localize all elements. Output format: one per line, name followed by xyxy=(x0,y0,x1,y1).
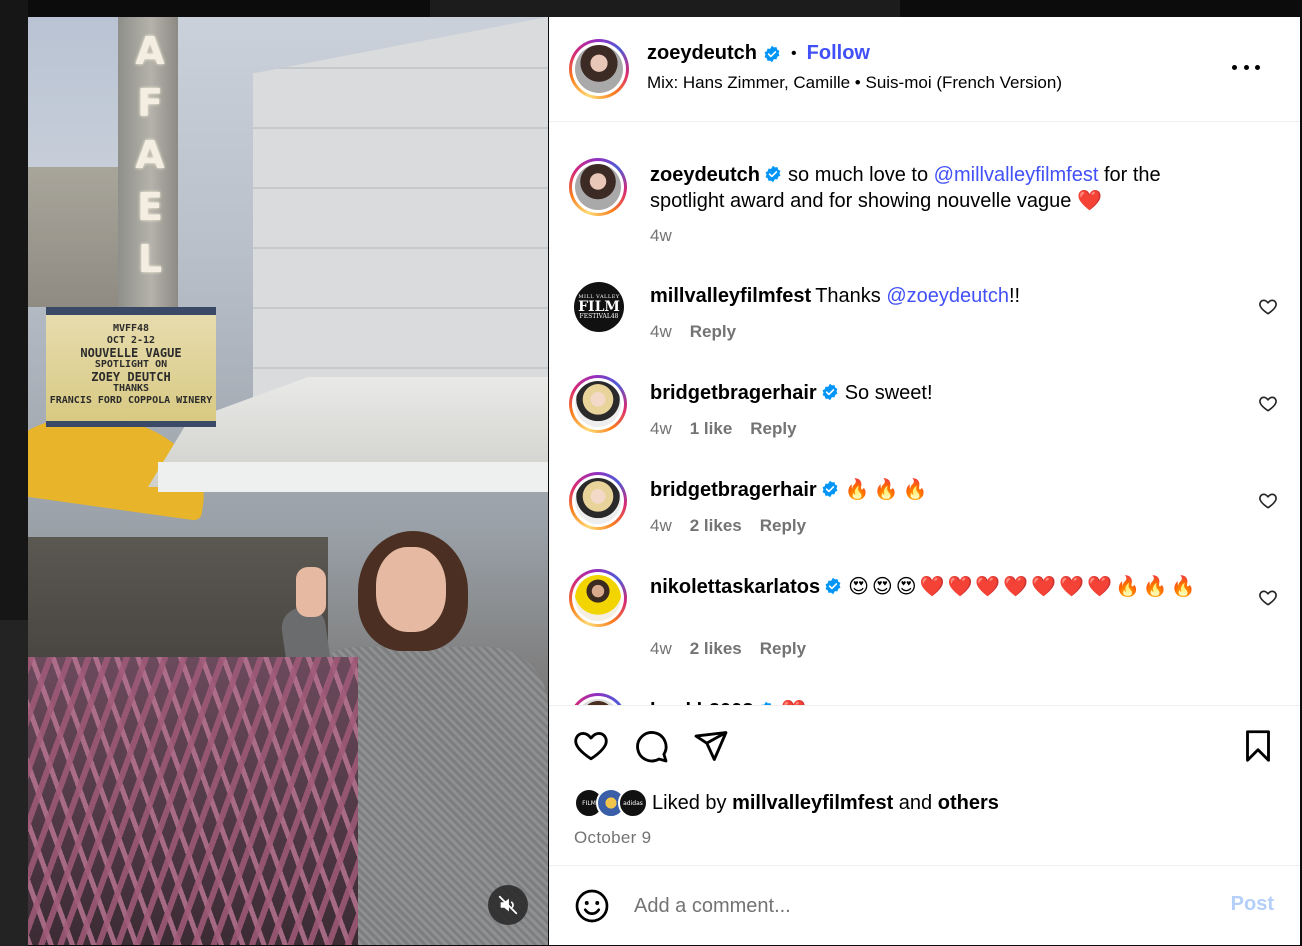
comment-text: millvalleyfilmfest Thanks @zoeydeutch!! xyxy=(650,285,1021,307)
commenter-avatar[interactable] xyxy=(569,693,627,705)
verified-badge-icon xyxy=(764,45,780,62)
comment-likes[interactable]: 1 like xyxy=(690,419,733,439)
author-username[interactable]: zoeydeutch xyxy=(647,42,757,65)
canopy-underside xyxy=(158,462,548,492)
paper-plane-icon[interactable] xyxy=(693,728,729,764)
theater-sign-letters: AFAEL xyxy=(130,25,170,285)
comment-composer: Post xyxy=(549,865,1300,945)
comment-likes[interactable]: 2 likes xyxy=(690,516,742,536)
comment-username[interactable]: nikolettaskarlatos xyxy=(650,576,820,598)
verified-badge-icon xyxy=(825,577,841,595)
reply-button[interactable]: Reply xyxy=(690,322,736,342)
comment-username[interactable]: bridgetbragerhair xyxy=(650,382,817,404)
sign-letter: L xyxy=(137,237,163,281)
comment-time[interactable]: 4w xyxy=(650,322,672,342)
comment-time[interactable]: 4w xyxy=(650,516,672,536)
avatar-image xyxy=(575,164,621,210)
comment-meta: 4w Reply xyxy=(650,322,736,342)
post-comment-button[interactable]: Post xyxy=(1231,893,1274,916)
comment-meta: 4w 2 likes Reply xyxy=(650,516,806,536)
caption-mention[interactable]: @millvalleyfilmfest xyxy=(934,164,1099,186)
follow-button[interactable]: Follow xyxy=(807,42,870,65)
like-comment-heart-icon[interactable] xyxy=(1258,491,1278,511)
avatar-image xyxy=(575,575,621,621)
sign-letter: A xyxy=(135,29,165,73)
comment-meta: 4w 1 like Reply xyxy=(650,419,797,439)
post-date[interactable]: October 9 xyxy=(574,828,651,848)
comment-username[interactable]: millvalleyfilmfest xyxy=(650,285,811,307)
comment-text: bvgkh2008❤️ xyxy=(650,698,1230,705)
theater-marquee: MVFF48 OCT 2-12 NOUVELLE VAGUE SPOTLIGHT ON… xyxy=(46,307,216,427)
more-horizontal-icon xyxy=(1232,64,1237,70)
caption-meta: 4w xyxy=(650,226,672,246)
caption-text: zoeydeutch so much love to @millvalleyfil… xyxy=(650,162,1230,214)
author-row: zoeydeutch • Follow xyxy=(647,42,870,65)
comment-bubble-icon[interactable] xyxy=(633,728,669,764)
marquee-line: ZOEY DEUTCH xyxy=(91,370,171,384)
verified-badge-icon xyxy=(822,383,838,401)
post-header: zoeydeutch • Follow Mix: Hans Zimmer, Ca… xyxy=(549,17,1300,122)
avatar-image xyxy=(575,478,621,524)
liked-by-others-link[interactable]: others xyxy=(938,792,999,814)
reply-button[interactable]: Reply xyxy=(760,639,806,659)
comment-meta: 4w 2 likes Reply xyxy=(650,639,806,659)
heart-icon[interactable] xyxy=(573,728,609,764)
commenter-avatar[interactable] xyxy=(569,472,627,530)
marquee-line: FRANCIS FORD COPPOLA WINERY xyxy=(49,395,213,406)
comment-text: bridgetbragerhair 🔥🔥🔥 xyxy=(650,479,932,501)
smiley-face-icon[interactable] xyxy=(574,888,610,924)
commenter-avatar[interactable] xyxy=(569,569,627,627)
comment-time[interactable]: 4w xyxy=(650,419,672,439)
verified-badge-icon xyxy=(765,165,781,183)
comments-list[interactable]: zoeydeutch so much love to @millvalleyfil… xyxy=(549,122,1300,705)
liked-by-row: FILM adidas Liked by millvalleyfilmfest … xyxy=(574,788,999,818)
audio-attribution[interactable]: Mix: Hans Zimmer, Camille • Suis-moi (Fr… xyxy=(647,73,1062,93)
more-options-button[interactable] xyxy=(1232,57,1260,77)
comment-input[interactable] xyxy=(634,886,1194,926)
caption-time[interactable]: 4w xyxy=(650,226,672,246)
mute-button[interactable] xyxy=(488,885,528,925)
comment-text: bridgetbragerhair So sweet! xyxy=(650,382,933,404)
post-video[interactable]: AFAEL MVFF48 OCT 2-12 NOUVELLE VAGUE SPOTLI… xyxy=(28,17,548,945)
liker-avatar[interactable]: adidas xyxy=(618,788,648,818)
like-comment-heart-icon[interactable] xyxy=(1258,394,1278,414)
like-comment-heart-icon[interactable] xyxy=(1258,297,1278,317)
comment-text: nikolettaskarlatos 😍😍😍❤️❤️❤️❤️❤️❤️❤️🔥🔥🔥 xyxy=(650,576,1199,598)
caption-body-start: so much love to xyxy=(788,164,934,186)
liked-by-user-link[interactable]: millvalleyfilmfest xyxy=(732,792,893,814)
sign-letter: A xyxy=(135,133,165,177)
author-avatar[interactable] xyxy=(569,39,629,99)
speaker-muted-icon xyxy=(498,895,518,915)
liked-by-text: Liked by millvalleyfilmfest and others xyxy=(652,791,999,814)
comment-likes[interactable]: 2 likes xyxy=(690,639,742,659)
marquee-line: THANKS xyxy=(112,383,150,394)
post-details-panel: zoeydeutch • Follow Mix: Hans Zimmer, Ca… xyxy=(549,17,1300,945)
foreground-plants xyxy=(28,657,358,945)
marquee-line: MVFF48 xyxy=(112,323,150,334)
commenter-avatar[interactable] xyxy=(569,375,627,433)
caption-username[interactable]: zoeydeutch xyxy=(650,164,760,186)
comment-time[interactable]: 4w xyxy=(650,639,672,659)
avatar-image xyxy=(575,45,623,93)
marquee-line: NOUVELLE VAGUE xyxy=(80,346,182,360)
side-building xyxy=(28,167,123,307)
sign-letter: E xyxy=(137,185,163,229)
bookmark-icon[interactable] xyxy=(1240,728,1276,764)
festival-logo: MILL VALLEY FILM FESTIVAL48 xyxy=(574,282,624,332)
comment-username[interactable]: bridgetbragerhair xyxy=(650,479,817,501)
reply-button[interactable]: Reply xyxy=(750,419,796,439)
comment-mention[interactable]: @zoeydeutch xyxy=(886,285,1009,307)
avatar-image xyxy=(575,381,621,427)
post-actions: FILM adidas Liked by millvalleyfilmfest … xyxy=(549,705,1300,865)
reply-button[interactable]: Reply xyxy=(760,516,806,536)
like-comment-heart-icon[interactable] xyxy=(1258,588,1278,608)
header-separator: • xyxy=(791,44,797,62)
sign-letter: F xyxy=(137,81,163,125)
verified-badge-icon xyxy=(822,480,838,498)
caption-author-avatar[interactable] xyxy=(569,158,627,216)
commenter-avatar[interactable]: MILL VALLEY FILM FESTIVAL48 xyxy=(574,282,624,332)
